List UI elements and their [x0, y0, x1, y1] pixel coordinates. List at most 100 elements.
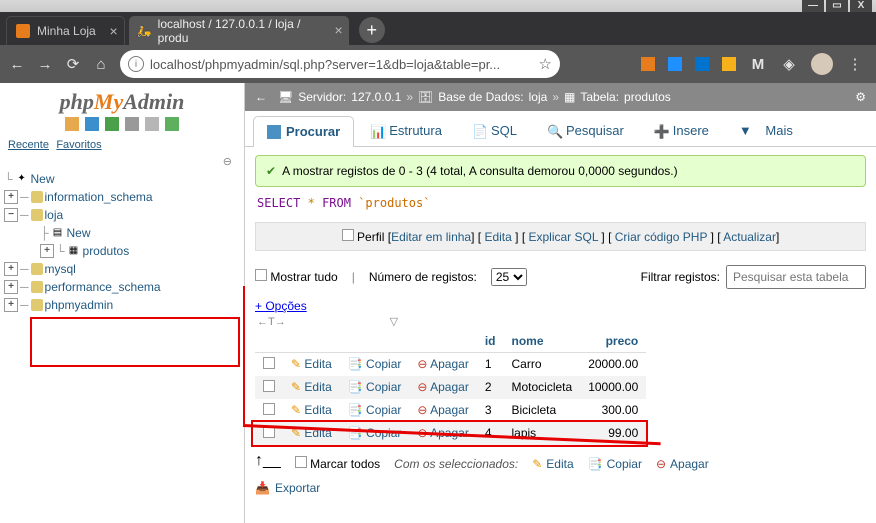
- gear-icon[interactable]: [145, 117, 159, 131]
- profile-checkbox[interactable]: [342, 229, 354, 241]
- browser-tabstrip: Minha Loja × 🛵 localhost / 127.0.0.1 / l…: [0, 12, 876, 45]
- refresh-link[interactable]: Actualizar: [723, 230, 776, 244]
- window-close-button[interactable]: X: [850, 0, 872, 12]
- home-button[interactable]: ⌂: [92, 55, 110, 73]
- back-button[interactable]: ←: [8, 55, 26, 73]
- profile-avatar[interactable]: [811, 53, 833, 75]
- logout-icon[interactable]: [85, 117, 99, 131]
- tab-browse[interactable]: Procurar: [253, 116, 354, 147]
- ext-geo-icon[interactable]: ◈: [780, 55, 798, 73]
- col-preco[interactable]: preco: [580, 330, 646, 353]
- export-link[interactable]: 📥Exportar: [255, 481, 320, 495]
- bc-db[interactable]: loja: [529, 90, 548, 104]
- tab-structure[interactable]: 📊Estrutura: [356, 115, 456, 146]
- row-edit-link[interactable]: ✎ Edita: [291, 426, 332, 440]
- show-all-label[interactable]: Mostrar tudo: [255, 269, 338, 284]
- row-copy-link[interactable]: 📑 Copiar: [348, 403, 402, 417]
- ext-icon-3[interactable]: [695, 57, 709, 71]
- collapse-icon[interactable]: ⊖: [2, 155, 242, 170]
- close-tab-icon[interactable]: ×: [110, 24, 118, 38]
- bc-table[interactable]: produtos: [624, 90, 671, 104]
- reload-nav-icon[interactable]: [165, 117, 179, 131]
- recent-link[interactable]: Recente: [8, 139, 49, 151]
- row-edit-link[interactable]: ✎ Edita: [291, 380, 332, 394]
- site-info-icon[interactable]: i: [128, 56, 144, 72]
- ext-icon-2[interactable]: [668, 57, 682, 71]
- ext-icon-4[interactable]: [722, 57, 736, 71]
- with-selected-label: Com os seleccionados:: [394, 457, 518, 471]
- tree-db-2[interactable]: mysql: [45, 260, 76, 278]
- bulk-edit-link[interactable]: ✎Edita: [532, 457, 573, 471]
- create-php-link[interactable]: Criar código PHP: [615, 230, 707, 244]
- favorites-link[interactable]: Favoritos: [56, 139, 101, 151]
- tree-new-db[interactable]: New: [31, 170, 55, 188]
- expand-icon[interactable]: +: [4, 298, 18, 312]
- new-tab-button[interactable]: +: [359, 17, 385, 43]
- tree-table-produtos[interactable]: produtos: [83, 242, 130, 260]
- tree-db-3[interactable]: performance_schema: [45, 278, 161, 296]
- home-icon[interactable]: [65, 117, 79, 131]
- settings-icon[interactable]: [125, 117, 139, 131]
- row-checkbox[interactable]: [263, 357, 275, 369]
- browser-tab-1[interactable]: 🛵 localhost / 127.0.0.1 / loja / produ ×: [129, 16, 349, 45]
- ext-icon-1[interactable]: [641, 57, 655, 71]
- expand-icon[interactable]: +: [4, 190, 18, 204]
- tab-label: localhost / 127.0.0.1 / loja / produ: [158, 17, 321, 45]
- bookmark-star-icon[interactable]: ☆: [539, 55, 552, 73]
- bulk-delete-link[interactable]: ⊖Apagar: [656, 457, 709, 471]
- window-maximize-button[interactable]: ▭: [826, 0, 848, 12]
- row-checkbox[interactable]: [263, 380, 275, 392]
- row-edit-link[interactable]: ✎ Edita: [291, 403, 332, 417]
- tab-insert[interactable]: ➕Insere: [640, 115, 723, 146]
- edit-query-link[interactable]: Edita: [484, 230, 511, 244]
- expand-icon[interactable]: +: [40, 244, 54, 258]
- row-copy-link[interactable]: 📑 Copiar: [348, 357, 402, 371]
- col-id[interactable]: id: [477, 330, 504, 353]
- tree-db-4[interactable]: phpmyadmin: [45, 296, 114, 314]
- col-nome[interactable]: nome: [504, 330, 581, 353]
- collapse-icon[interactable]: −: [4, 208, 18, 222]
- browser-tab-0[interactable]: Minha Loja ×: [6, 16, 125, 45]
- row-delete-link[interactable]: ⊖ Apagar: [417, 380, 468, 394]
- tab-search[interactable]: 🔍Pesquisar: [533, 115, 638, 146]
- edit-inline-link[interactable]: Editar em linha: [391, 230, 471, 244]
- forward-button[interactable]: →: [36, 55, 54, 73]
- tab-sql[interactable]: 📄SQL: [458, 115, 531, 146]
- row-delete-link[interactable]: ⊖ Apagar: [417, 426, 468, 440]
- structure-icon: 📊: [370, 124, 384, 138]
- filter-input[interactable]: [726, 265, 866, 289]
- tree-db-0[interactable]: information_schema: [45, 188, 153, 206]
- page-settings-icon[interactable]: ⚙: [855, 90, 866, 104]
- tree-loja-new[interactable]: New: [67, 224, 91, 242]
- row-edit-link[interactable]: ✎ Edita: [291, 357, 332, 371]
- window-minimize-button[interactable]: —: [802, 0, 824, 12]
- num-rows-select[interactable]: 25: [491, 268, 527, 286]
- explain-sql-link[interactable]: Explicar SQL: [528, 230, 598, 244]
- row-copy-link[interactable]: 📑 Copiar: [348, 426, 402, 440]
- bulk-copy-link[interactable]: 📑Copiar: [588, 457, 642, 471]
- check-all-checkbox[interactable]: [295, 456, 307, 468]
- cell-nome: Bicicleta: [504, 399, 581, 422]
- url-box[interactable]: i localhost/phpmyadmin/sql.php?server=1&…: [120, 50, 560, 78]
- bc-server[interactable]: 127.0.0.1: [351, 90, 401, 104]
- nav-toggle-icon[interactable]: ←: [255, 90, 269, 104]
- row-copy-link[interactable]: 📑 Copiar: [348, 380, 402, 394]
- options-toggle[interactable]: + Opções: [255, 299, 307, 313]
- expand-icon[interactable]: +: [4, 280, 18, 294]
- check-all-label[interactable]: Marcar todos: [295, 456, 380, 471]
- ext-m-icon[interactable]: M: [749, 55, 767, 73]
- expand-icon[interactable]: +: [4, 262, 18, 276]
- row-delete-link[interactable]: ⊖ Apagar: [417, 403, 468, 417]
- row-checkbox[interactable]: [263, 426, 275, 438]
- tree-db-1[interactable]: loja: [45, 206, 64, 224]
- show-all-checkbox[interactable]: [255, 269, 267, 281]
- row-checkbox[interactable]: [263, 403, 275, 415]
- search-icon: 🔍: [547, 124, 561, 138]
- row-delete-link[interactable]: ⊖ Apagar: [417, 357, 468, 371]
- docs-icon[interactable]: [105, 117, 119, 131]
- tab-more[interactable]: ▼ Mais: [725, 115, 807, 146]
- close-tab-icon[interactable]: ×: [335, 23, 343, 37]
- reload-button[interactable]: ⟳: [64, 55, 82, 73]
- browse-icon: [267, 125, 281, 139]
- browser-menu-icon[interactable]: ⋮: [846, 55, 864, 73]
